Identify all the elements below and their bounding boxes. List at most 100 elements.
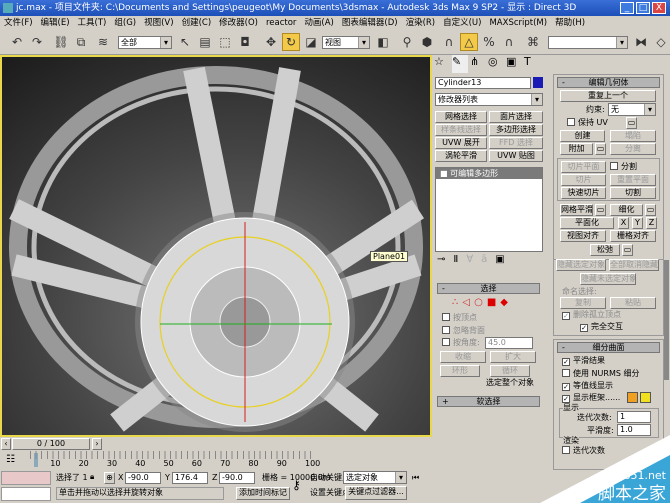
menu-customize[interactable]: 自定义(U) [443, 18, 481, 28]
poly-select-button[interactable]: 多边形选择 [489, 124, 543, 136]
maximize-button[interactable]: □ [636, 2, 650, 14]
set-key-button[interactable]: 设置关键点 [310, 488, 350, 498]
loop-button[interactable]: 循环 [490, 365, 530, 377]
hide-selected-button[interactable]: 隐藏选定对象 [556, 259, 606, 271]
make-unique-icon[interactable]: ∀ [466, 254, 481, 265]
menu-views[interactable]: 视图(V) [144, 18, 173, 28]
hierarchy-tab-icon[interactable]: ⋔ [470, 55, 486, 73]
menu-graph-editors[interactable]: 图表编辑器(D) [342, 18, 398, 28]
ignore-backfacing-checkbox[interactable]: 忽略背面 [442, 326, 485, 336]
stack-item-editable-poly[interactable]: ■ 可编辑多边形 [436, 168, 542, 179]
display-tab-icon[interactable]: ▣ [506, 55, 522, 73]
border-icon[interactable]: ○ [474, 297, 487, 308]
modify-tab-icon[interactable]: ✎ [452, 55, 468, 73]
rect-selection-icon[interactable]: ⬚ [216, 33, 234, 51]
repeat-last-button[interactable]: 重复上一个 [560, 90, 656, 102]
menu-help[interactable]: 帮助(H) [555, 18, 585, 28]
pin-stack-icon[interactable]: ⊸ [437, 254, 453, 265]
menu-create[interactable]: 创建(C) [182, 18, 212, 28]
element-icon[interactable]: ◆ [500, 297, 512, 308]
prev-frame-icon[interactable]: ‹ [1, 438, 11, 450]
rotate-icon[interactable]: ↻ [282, 33, 300, 51]
edge-icon[interactable]: ◁ [462, 297, 474, 308]
motion-tab-icon[interactable]: ◎ [488, 55, 504, 73]
smooth-result-checkbox[interactable]: ✓ 平滑结果 [562, 356, 605, 366]
copy-button[interactable]: 复制 [560, 297, 606, 309]
maxscript-listener-white[interactable] [1, 487, 51, 501]
modifier-list-dropdown[interactable]: 修改器列表 [435, 93, 543, 106]
object-name-field[interactable]: Cylinder13 [435, 77, 531, 89]
ffd-select-button[interactable]: FFD 选择 [489, 137, 543, 149]
add-time-tag-button[interactable]: 添加时间标记 [236, 487, 290, 500]
reference-coord-dropdown[interactable]: 视图 [322, 36, 370, 49]
turbosmooth-button[interactable]: 涡轮平滑 [435, 150, 487, 162]
preserve-uvs-checkbox[interactable]: 保持 UV [567, 118, 608, 128]
meshsmooth-button[interactable]: 网格平滑 [560, 204, 593, 216]
object-color-swatch[interactable] [533, 77, 543, 88]
pivot-center-icon[interactable]: ◧ [374, 33, 392, 51]
scale-icon[interactable]: ◪ [302, 33, 320, 51]
close-button[interactable]: X [652, 2, 666, 14]
cut-button[interactable]: 切割 [610, 187, 656, 199]
tessellate-button[interactable]: 细化 [610, 204, 643, 216]
uvw-unwrap-button[interactable]: UVW 展开 [435, 137, 487, 149]
spline-select-button[interactable]: 样条线选择 [435, 124, 487, 136]
paste-button[interactable]: 粘贴 [610, 297, 656, 309]
unhide-all-button[interactable]: 全部取消隐藏 [609, 259, 659, 271]
lock-selection-icon[interactable]: 🔒︎ [90, 472, 94, 482]
patch-select-button[interactable]: 面片选择 [489, 111, 543, 123]
menu-group[interactable]: 组(G) [114, 18, 136, 28]
show-end-result-icon[interactable]: Ⅱ [453, 254, 466, 265]
menu-reactor[interactable]: reactor [266, 18, 296, 28]
make-planar-button[interactable]: 平面化 [560, 217, 614, 229]
uvw-map-button[interactable]: UVW 贴图 [489, 150, 543, 162]
redo-icon[interactable]: ↷ [28, 33, 46, 51]
grid-align-button[interactable]: 栅格对齐 [610, 230, 656, 242]
x-coord-field[interactable]: -90.0 [125, 472, 161, 484]
unlink-icon[interactable]: ⧉ [72, 33, 90, 51]
create-tab-icon[interactable]: ☆ [434, 55, 450, 73]
planar-x-button[interactable]: X [618, 217, 629, 229]
named-selection-dropdown[interactable] [548, 36, 628, 49]
preserve-uvs-settings-icon[interactable]: ▭ [626, 117, 637, 129]
view-align-button[interactable]: 视图对齐 [560, 230, 606, 242]
slice-plane-button[interactable]: 切片平面 [561, 161, 606, 173]
selection-filter-dropdown[interactable]: 全部 [118, 36, 172, 49]
cage-color-swatch-1[interactable] [627, 392, 638, 403]
manipulate-icon[interactable]: ⚲ [398, 33, 416, 51]
utilities-tab-icon[interactable]: T [524, 55, 540, 73]
move-icon[interactable]: ✥ [262, 33, 280, 51]
link-icon[interactable]: ⛓ [52, 33, 70, 51]
remove-modifier-icon[interactable]: ā [481, 254, 495, 265]
show-cage-checkbox[interactable]: ✓ 显示框架...... [562, 393, 620, 403]
menu-modifiers[interactable]: 修改器(O) [219, 18, 258, 28]
detach-button[interactable]: 分离 [610, 143, 656, 155]
selection-rollout-header[interactable]: - 选择 [437, 283, 540, 294]
menu-file[interactable]: 文件(F) [4, 18, 33, 28]
relax-settings-icon[interactable]: ▭ [622, 244, 633, 256]
attach-list-icon[interactable]: ▭ [595, 143, 606, 155]
spinner-snap-icon[interactable]: ∩ [500, 33, 518, 51]
percent-snap-icon[interactable]: % [480, 33, 498, 51]
edit-geometry-rollout-header[interactable]: - 编辑几何体 [557, 77, 660, 88]
minimize-button[interactable]: _ [620, 2, 634, 14]
window-crossing-icon[interactable]: ◘ [236, 33, 254, 51]
soft-selection-rollout-header[interactable]: + 软选择 [437, 396, 540, 407]
command-panel-scrollbar[interactable] [664, 260, 669, 380]
bind-spacewarp-icon[interactable]: ≋ [94, 33, 112, 51]
menu-animation[interactable]: 动画(A) [304, 18, 333, 28]
key-filters-button[interactable]: 关键点过滤器... [345, 486, 407, 500]
constraints-dropdown[interactable]: 无 [608, 103, 656, 116]
select-by-name-icon[interactable]: ▤ [196, 33, 214, 51]
next-frame-icon[interactable]: › [92, 438, 102, 450]
set-key-icon[interactable]: ⚷ [292, 478, 301, 492]
snap-icon[interactable]: ∩ [440, 33, 458, 51]
y-coord-field[interactable]: 176.4 [172, 472, 208, 484]
split-checkbox[interactable]: 分割 [610, 162, 637, 172]
time-slider[interactable]: 0 / 100 [12, 438, 90, 450]
mesh-select-button[interactable]: 网格选择 [435, 111, 487, 123]
align-icon[interactable]: ◇ [652, 33, 670, 51]
configure-sets-icon[interactable]: ▣ [495, 254, 512, 265]
slice-button[interactable]: 切片 [561, 174, 606, 186]
by-angle-checkbox[interactable]: 按角度: [442, 338, 480, 348]
